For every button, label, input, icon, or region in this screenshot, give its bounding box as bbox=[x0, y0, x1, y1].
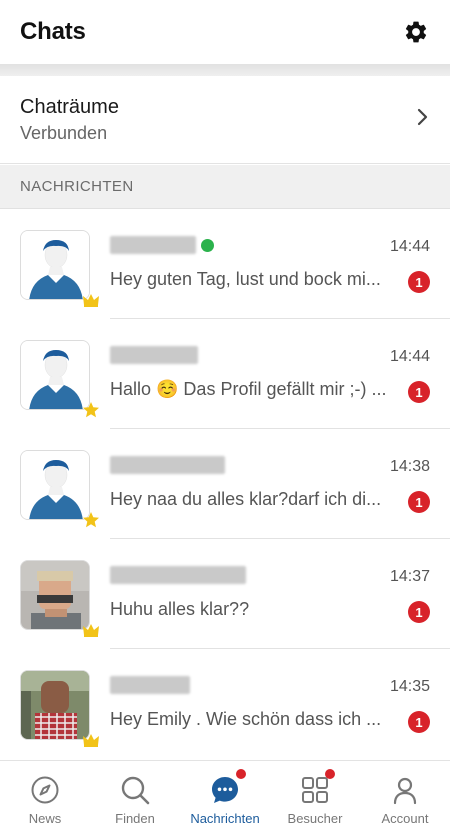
default-user-avatar bbox=[21, 231, 89, 299]
app-header: Chats bbox=[0, 0, 450, 64]
contact-name bbox=[110, 566, 246, 584]
message-time: 14:37 bbox=[389, 568, 430, 585]
unread-badge: 1 bbox=[408, 491, 430, 513]
message-time: 14:44 bbox=[389, 238, 430, 255]
star-icon bbox=[83, 402, 99, 418]
chatrooms-status: Verbunden bbox=[20, 122, 108, 143]
chat-row[interactable]: 14:38 Hey naa du alles klar?darf ich di.… bbox=[0, 429, 450, 539]
message-preview: Hey guten Tag, lust und bock mi... bbox=[110, 269, 381, 289]
chat-row[interactable]: 14:44 Hey guten Tag, lust und bock mi...… bbox=[0, 209, 450, 319]
chatrooms-item[interactable]: Chaträume Verbunden bbox=[0, 76, 450, 164]
contact-name bbox=[110, 236, 196, 254]
chat-row[interactable]: 14:37 Huhu alles klar?? 1 bbox=[0, 539, 450, 649]
notification-dot bbox=[325, 769, 335, 779]
online-indicator bbox=[201, 239, 214, 252]
star-icon bbox=[83, 512, 99, 528]
compass-icon bbox=[31, 776, 59, 804]
avatar bbox=[20, 670, 90, 740]
message-time: 14:44 bbox=[389, 348, 430, 365]
nav-label: News bbox=[28, 811, 62, 826]
crown-icon bbox=[83, 734, 99, 747]
chatrooms-title: Chaträume bbox=[20, 95, 119, 118]
nav-finden[interactable]: Finden bbox=[90, 761, 180, 833]
message-preview: Huhu alles klar?? bbox=[110, 599, 250, 619]
section-header: NACHRICHTEN bbox=[0, 165, 450, 209]
unread-badge: 1 bbox=[408, 711, 430, 733]
gear-icon[interactable] bbox=[402, 18, 430, 46]
bottom-nav: News Finden Nachrichten Besucher Account bbox=[0, 760, 450, 833]
contact-name bbox=[110, 676, 190, 694]
chat-row[interactable]: 14:35 Hey Emily . Wie schön dass ich ...… bbox=[0, 649, 450, 759]
default-user-avatar bbox=[21, 341, 89, 409]
message-time: 14:35 bbox=[389, 678, 430, 695]
photo-avatar bbox=[21, 561, 89, 629]
message-preview: Hey naa du alles klar?darf ich di... bbox=[110, 489, 382, 509]
contact-name bbox=[110, 456, 225, 474]
nav-besucher[interactable]: Besucher bbox=[270, 761, 360, 833]
section-label: NACHRICHTEN bbox=[20, 178, 134, 195]
unread-badge: 1 bbox=[408, 271, 430, 293]
unread-badge: 1 bbox=[408, 381, 430, 403]
nav-label: Nachrichten bbox=[190, 811, 260, 826]
notification-dot bbox=[236, 769, 246, 779]
message-time: 14:38 bbox=[389, 458, 430, 475]
nav-account[interactable]: Account bbox=[360, 761, 450, 833]
chevron-right-icon bbox=[416, 107, 430, 132]
avatar bbox=[20, 560, 90, 630]
search-icon bbox=[121, 776, 150, 805]
person-icon bbox=[393, 777, 417, 805]
message-preview: Hey Emily . Wie schön dass ich ... bbox=[110, 709, 382, 729]
page-title: Chats bbox=[20, 18, 86, 45]
chat-bubble-icon bbox=[212, 777, 238, 803]
default-user-avatar bbox=[21, 451, 89, 519]
chat-row[interactable]: 14:44 Hallo ☺️ Das Profil gefällt mir ;-… bbox=[0, 319, 450, 429]
header-separator bbox=[0, 64, 450, 76]
unread-badge: 1 bbox=[408, 601, 430, 623]
avatar bbox=[20, 340, 90, 410]
nav-label: Besucher bbox=[287, 811, 343, 826]
chat-list: 14:44 Hey guten Tag, lust und bock mi...… bbox=[0, 209, 450, 759]
photo-avatar bbox=[21, 671, 89, 739]
grid-icon bbox=[302, 777, 328, 803]
nav-label: Account bbox=[381, 811, 429, 826]
avatar bbox=[20, 450, 90, 520]
nav-label: Finden bbox=[115, 811, 155, 826]
avatar bbox=[20, 230, 90, 300]
crown-icon bbox=[83, 624, 99, 637]
crown-icon bbox=[83, 294, 99, 307]
nav-news[interactable]: News bbox=[0, 761, 90, 833]
nav-nachrichten[interactable]: Nachrichten bbox=[180, 761, 270, 833]
message-preview: Hallo ☺️ Das Profil gefällt mir ;-) ... bbox=[110, 379, 387, 399]
contact-name bbox=[110, 346, 198, 364]
